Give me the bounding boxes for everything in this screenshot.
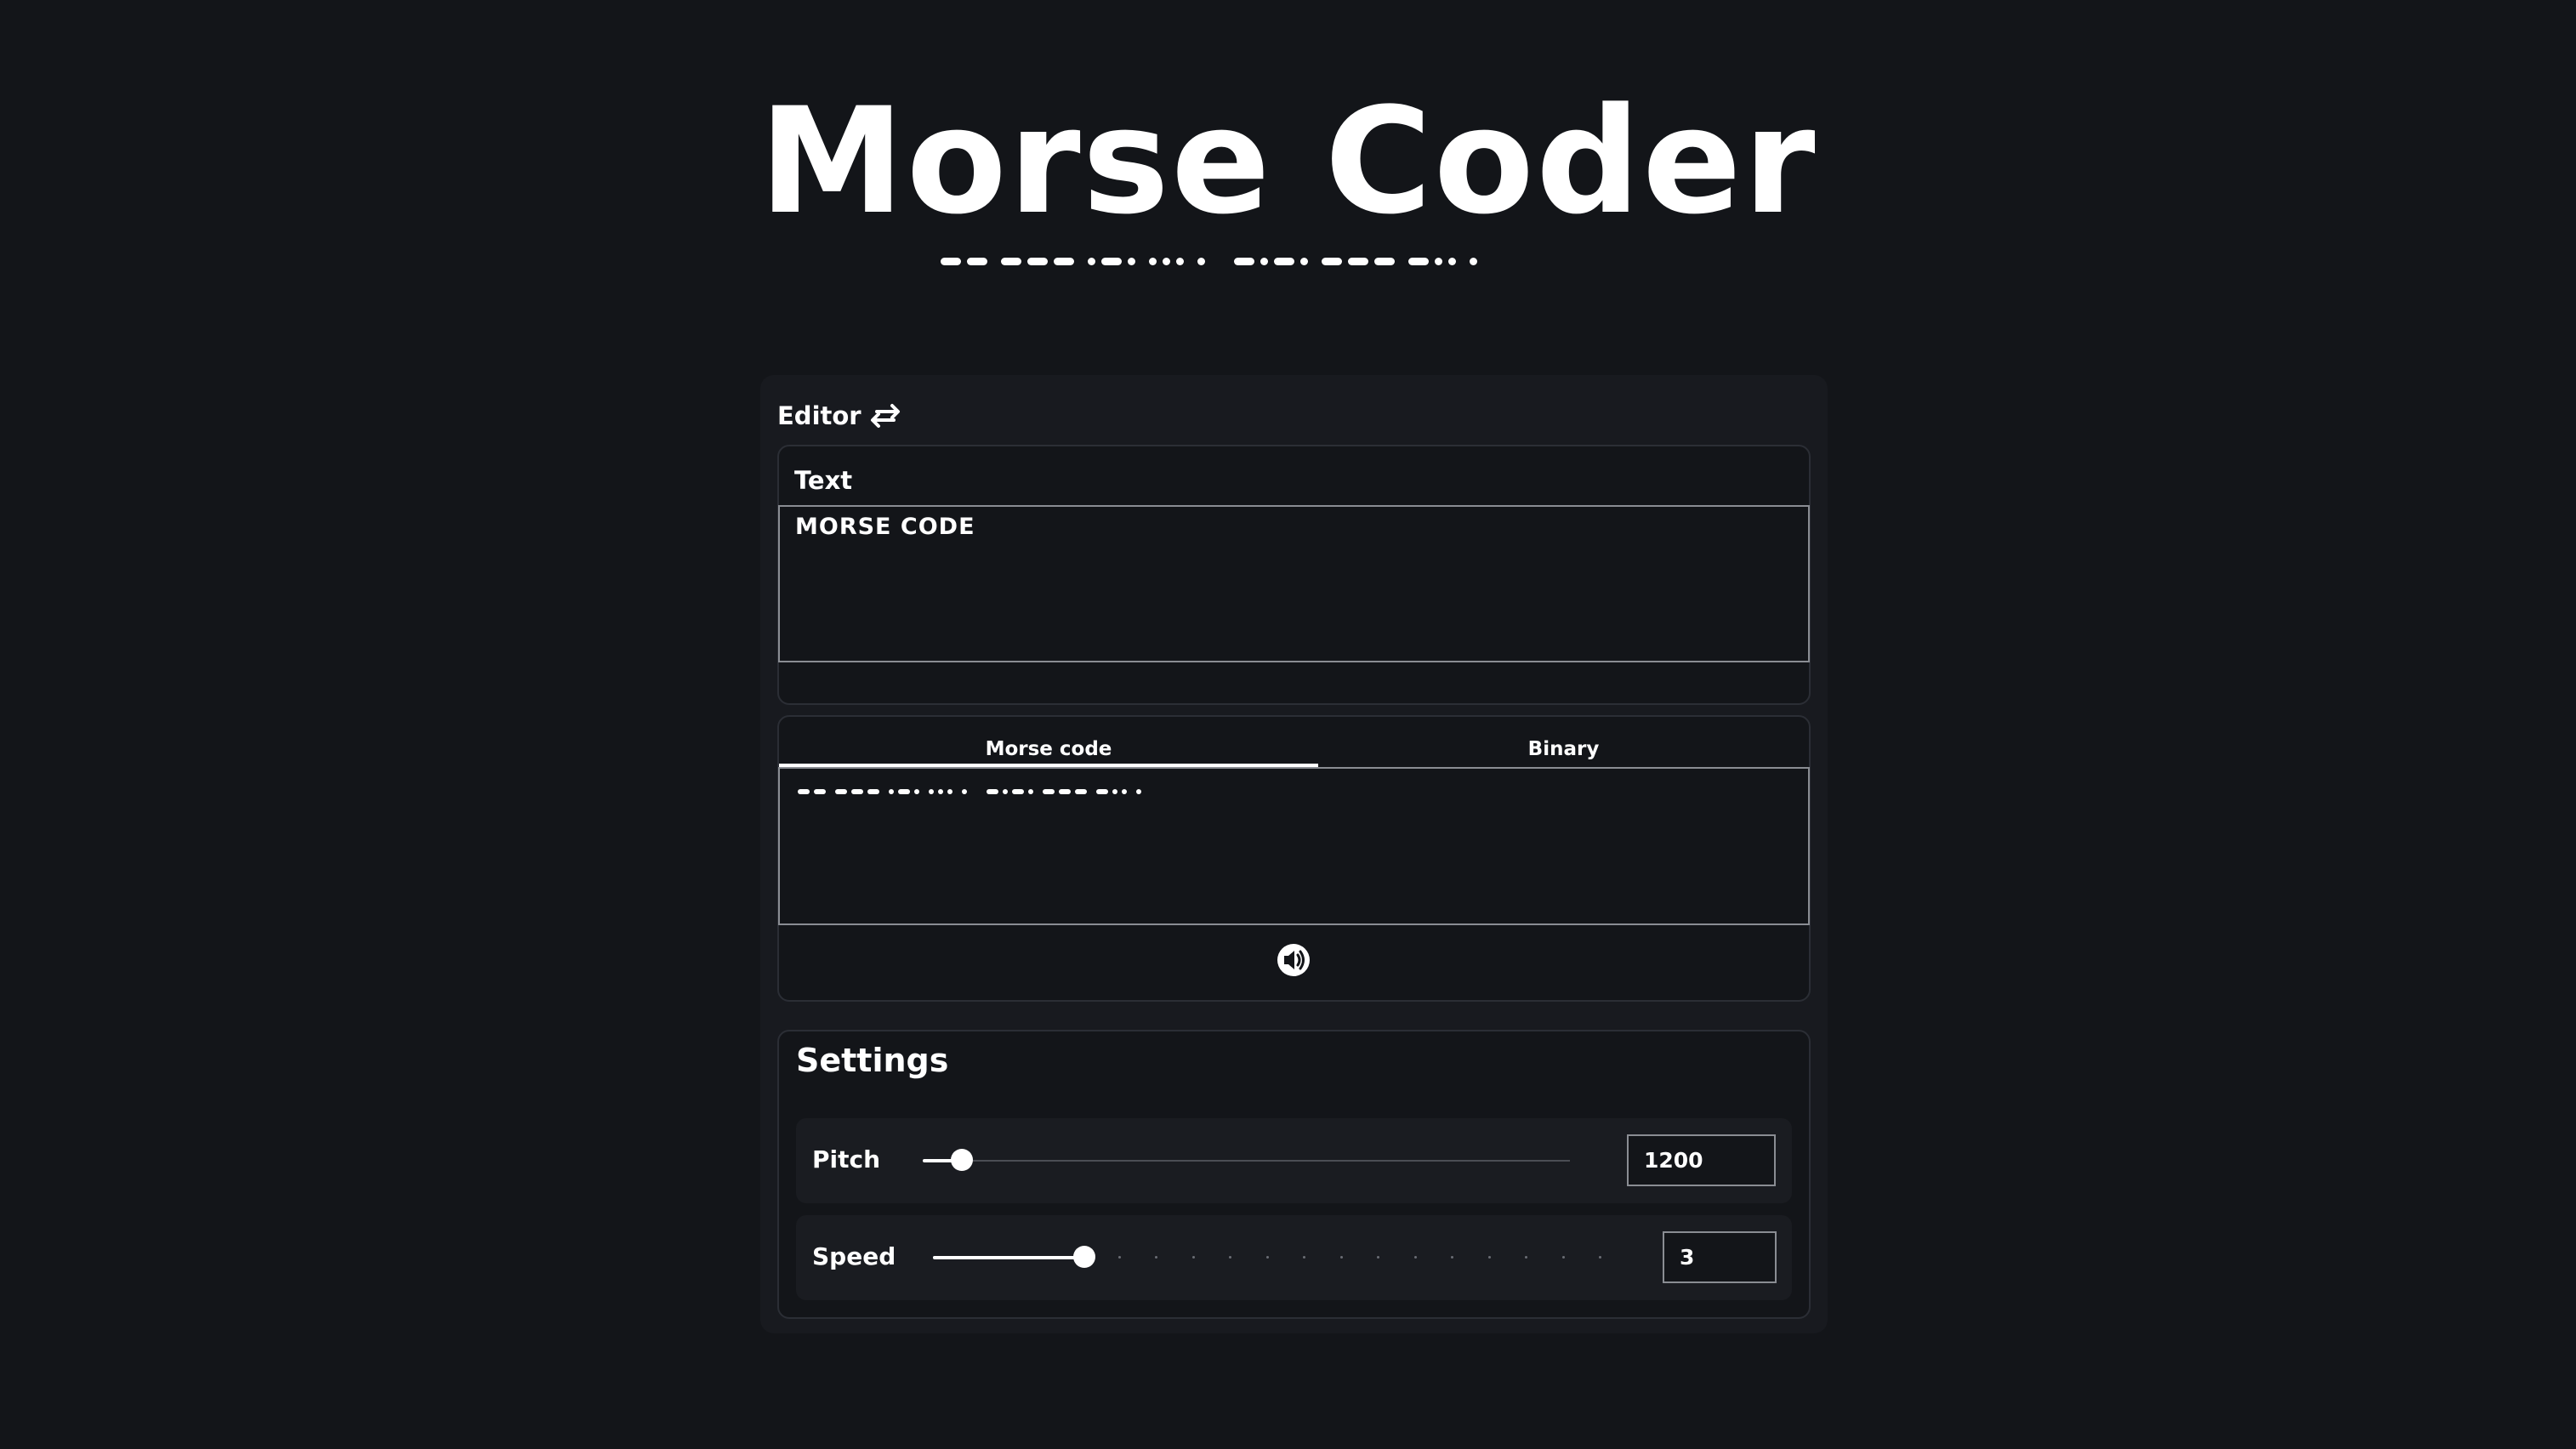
morse-dot	[1163, 257, 1170, 265]
pitch-value-input[interactable]	[1627, 1134, 1776, 1186]
morse-space	[1219, 258, 1226, 265]
slider-tick	[1155, 1256, 1157, 1259]
morse-dash	[1322, 257, 1342, 265]
morse-dash	[798, 789, 810, 794]
morse-dot	[1176, 257, 1184, 265]
morse-dash	[1374, 257, 1395, 265]
morse-dash	[835, 789, 847, 794]
slider-tick	[1339, 1256, 1343, 1259]
slider-tick	[1525, 1256, 1527, 1259]
morse-dash	[851, 789, 863, 794]
morse-dot	[1197, 257, 1205, 265]
slider-tick	[1377, 1256, 1379, 1259]
morse-space	[1226, 258, 1234, 265]
speed-label: Speed	[812, 1242, 896, 1270]
morse-dot	[938, 789, 943, 794]
morse-output-value	[798, 786, 1146, 798]
morse-dot	[1470, 257, 1477, 265]
morse-space	[1190, 258, 1197, 265]
slider-tick	[1117, 1256, 1121, 1259]
pitch-label: Pitch	[812, 1145, 881, 1173]
speed-slider-fill	[933, 1256, 1084, 1259]
morse-dash	[867, 789, 879, 794]
morse-dot	[914, 789, 919, 794]
morse-dash	[1043, 789, 1055, 794]
morse-dash	[1012, 789, 1024, 794]
morse-dot	[1448, 257, 1456, 265]
title-morse-code	[941, 253, 1483, 270]
morse-dash	[1059, 789, 1071, 794]
morse-space	[1462, 258, 1470, 265]
morse-dash	[1408, 257, 1429, 265]
swap-arrows-icon[interactable]	[870, 403, 901, 429]
morse-space	[1401, 258, 1408, 265]
slider-tick	[1487, 1256, 1491, 1259]
tab-binary[interactable]: Binary	[1318, 731, 1809, 767]
settings-title: Settings	[796, 1042, 949, 1079]
morse-dot	[1028, 789, 1033, 794]
morse-dash	[1001, 257, 1021, 265]
morse-dash	[1234, 257, 1254, 265]
morse-dot	[947, 789, 952, 794]
speed-slider-thumb[interactable]	[1073, 1246, 1095, 1268]
morse-dot	[1088, 257, 1095, 265]
tab-morse-code[interactable]: Morse code	[779, 731, 1318, 767]
morse-dash	[814, 789, 826, 794]
slider-tick	[1451, 1256, 1453, 1259]
speaker-icon[interactable]	[1277, 943, 1311, 977]
slider-tick	[1191, 1256, 1195, 1259]
morse-dot	[962, 789, 967, 794]
slider-tick	[1229, 1256, 1231, 1259]
slider-tick	[1265, 1256, 1269, 1259]
slider-tick	[1303, 1256, 1305, 1259]
morse-dot	[1435, 257, 1442, 265]
morse-dot	[1128, 257, 1135, 265]
morse-dash	[941, 257, 961, 265]
morse-space	[1141, 258, 1149, 265]
pitch-slider-track[interactable]	[923, 1160, 1570, 1162]
morse-dash	[1054, 257, 1074, 265]
text-label: Text	[794, 466, 853, 495]
morse-dot	[1260, 257, 1268, 265]
speed-value-input[interactable]	[1663, 1231, 1777, 1283]
morse-dot	[1300, 257, 1308, 265]
morse-space	[1080, 258, 1088, 265]
pitch-slider-thumb[interactable]	[951, 1149, 973, 1171]
slider-tick	[1561, 1256, 1565, 1259]
morse-dot	[1136, 789, 1141, 794]
morse-dash	[1075, 789, 1087, 794]
morse-space	[1211, 258, 1219, 265]
morse-dot	[1122, 789, 1127, 794]
editor-header: Editor	[777, 395, 901, 437]
slider-tick	[1413, 1256, 1417, 1259]
text-input-value: MORSE CODE	[795, 514, 975, 540]
slider-tick	[1599, 1256, 1601, 1259]
morse-dash	[1274, 257, 1294, 265]
morse-dot	[1112, 789, 1117, 794]
morse-dot	[1003, 789, 1008, 794]
editor-heading: Editor	[777, 401, 862, 430]
morse-dash	[967, 257, 987, 265]
morse-dash	[1096, 789, 1108, 794]
morse-space	[1314, 258, 1322, 265]
page-title: Morse Coder	[759, 76, 1817, 247]
morse-dash	[898, 789, 910, 794]
morse-dot	[929, 789, 934, 794]
morse-dot	[1149, 257, 1157, 265]
morse-dash	[1348, 257, 1368, 265]
morse-dash	[987, 789, 998, 794]
morse-dot	[889, 789, 894, 794]
morse-dash	[1101, 257, 1122, 265]
morse-dash	[1027, 257, 1048, 265]
morse-space	[993, 258, 1001, 265]
